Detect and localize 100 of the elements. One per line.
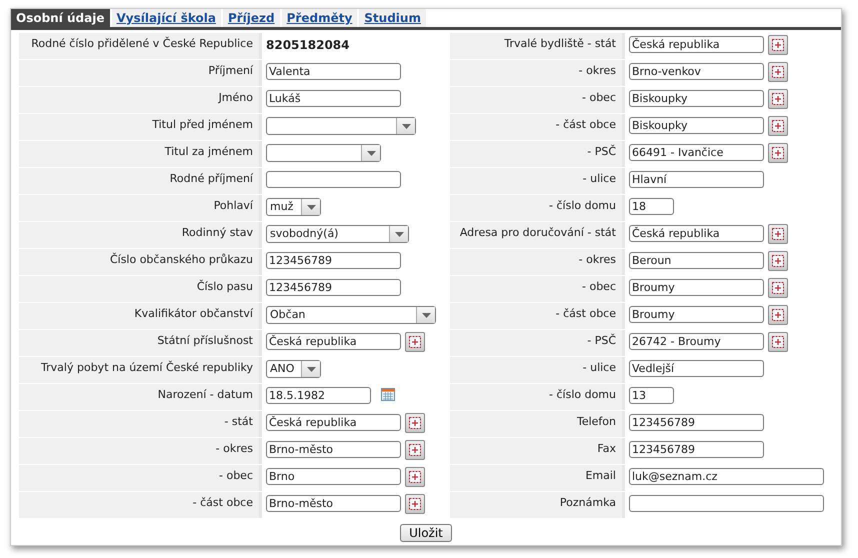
birth-number: 8205182084: [266, 37, 350, 52]
lookup-button[interactable]: [768, 278, 788, 298]
plus-icon: [772, 336, 784, 348]
dropdown[interactable]: Občan: [266, 306, 436, 324]
field-label: - obec: [450, 276, 622, 302]
field-label: - obec: [450, 87, 622, 113]
field-label: Kvalifikátor občanství: [19, 303, 259, 329]
field-label: Trvalé bydliště - stát: [450, 33, 622, 59]
field-label: Email: [450, 465, 622, 491]
field-label: - část obce: [450, 114, 622, 140]
input-field[interactable]: Brno-město: [266, 495, 401, 512]
plus-icon: [772, 147, 784, 159]
field-label: - část obce: [450, 303, 622, 329]
input-field[interactable]: 123456789: [629, 441, 764, 458]
plus-icon: [772, 255, 784, 267]
field-label: - okres: [19, 438, 259, 464]
plus-icon: [772, 66, 784, 78]
input-field[interactable]: Beroun: [629, 252, 764, 269]
caret-icon: [306, 366, 316, 372]
input-field[interactable]: Hlavní: [629, 171, 764, 188]
lookup-button[interactable]: [768, 251, 788, 271]
lookup-button[interactable]: [405, 494, 425, 514]
field-label: Poznámka: [450, 492, 622, 518]
input-field[interactable]: 123456789: [266, 279, 401, 296]
input-field[interactable]: 13: [629, 387, 674, 404]
field-label: - PSČ: [450, 330, 622, 356]
dropdown[interactable]: ANO: [266, 360, 321, 378]
caret-icon: [402, 124, 410, 128]
input-field[interactable]: [266, 171, 401, 188]
lookup-button[interactable]: [768, 305, 788, 325]
field-label: Adresa pro doručování - stát: [450, 222, 622, 248]
lookup-button[interactable]: [768, 89, 788, 109]
field-label: Rodné číslo přidělené v České Republice: [19, 33, 259, 59]
input-field[interactable]: Brno: [266, 468, 401, 485]
input-field[interactable]: Broumy: [629, 279, 764, 296]
lookup-button[interactable]: [405, 332, 425, 352]
input-field[interactable]: Česká republika: [266, 333, 401, 350]
lookup-button[interactable]: [768, 116, 788, 136]
input-field[interactable]: Česká republika: [629, 225, 764, 242]
lookup-button[interactable]: [768, 332, 788, 352]
lookup-button[interactable]: [768, 35, 788, 55]
plus-icon: [772, 228, 784, 240]
field-label: - ulice: [450, 168, 622, 194]
field-label: Titul za jménem: [19, 141, 259, 167]
lookup-button[interactable]: [405, 467, 425, 487]
input-field[interactable]: Brno-venkov: [629, 63, 764, 80]
field-label: - PSČ: [450, 141, 622, 167]
input-field[interactable]: Valenta: [266, 63, 401, 80]
input-field[interactable]: Biskoupky: [629, 90, 764, 107]
field-label: Rodné příjmení: [19, 168, 259, 194]
field-label: Číslo občanského průkazu: [19, 249, 259, 275]
input-field[interactable]: Česká republika: [266, 414, 401, 431]
field-label: - číslo domu: [450, 195, 622, 221]
input-field[interactable]: Biskoupky: [629, 117, 764, 134]
input-field[interactable]: Vedlejší: [629, 360, 764, 377]
plus-icon: [772, 309, 784, 321]
field-label: - obec: [19, 465, 259, 491]
field-label: - část obce: [19, 492, 259, 518]
lookup-button[interactable]: [405, 413, 425, 433]
input-field[interactable]: Lukáš: [266, 90, 401, 107]
tab[interactable]: Vysílající škola: [112, 9, 221, 27]
caret-icon: [366, 150, 376, 156]
field-label: Titul před jménem: [19, 114, 259, 140]
plus-icon: [772, 282, 784, 294]
input-field[interactable]: [629, 495, 824, 512]
input-field[interactable]: 123456789: [266, 252, 401, 269]
tab[interactable]: Předměty: [282, 9, 358, 27]
dropdown[interactable]: [266, 117, 416, 135]
tab[interactable]: Osobní údaje: [11, 9, 110, 27]
lookup-button[interactable]: [768, 62, 788, 82]
plus-icon: [409, 498, 421, 510]
field-label: Trvalý pobyt na území České republiky: [19, 357, 259, 383]
field-label: - okres: [450, 249, 622, 275]
plus-icon: [409, 444, 421, 456]
lookup-button[interactable]: [768, 224, 788, 244]
lookup-button[interactable]: [768, 143, 788, 163]
plus-icon: [772, 120, 784, 132]
field-label: Narození - datum: [19, 384, 259, 410]
save-button[interactable]: Uložit: [400, 524, 452, 542]
input-field[interactable]: luk@seznam.cz: [629, 468, 824, 485]
date-field[interactable]: 18.5.1982: [266, 387, 371, 404]
field-label: - číslo domu: [450, 384, 622, 410]
tab[interactable]: Příjezd: [222, 9, 280, 27]
input-field[interactable]: 66491 - Ivančice: [629, 144, 764, 161]
dropdown[interactable]: [266, 144, 381, 162]
tab[interactable]: Studium: [359, 9, 426, 27]
input-field[interactable]: 123456789: [629, 414, 764, 431]
dropdown[interactable]: svobodný(á): [266, 225, 409, 243]
input-field[interactable]: 26742 - Broumy: [629, 333, 764, 350]
field-label: Jméno: [19, 87, 259, 113]
input-field[interactable]: Brno-město: [266, 441, 401, 458]
plus-icon: [772, 39, 784, 51]
lookup-button[interactable]: [405, 440, 425, 460]
caret-icon: [394, 232, 404, 236]
plus-icon: [772, 93, 784, 105]
input-field[interactable]: Broumy: [629, 306, 764, 323]
calendar-icon[interactable]: [381, 388, 395, 401]
input-field[interactable]: Česká republika: [629, 36, 764, 53]
input-field[interactable]: 18: [629, 198, 674, 215]
dropdown[interactable]: muž: [266, 198, 321, 216]
